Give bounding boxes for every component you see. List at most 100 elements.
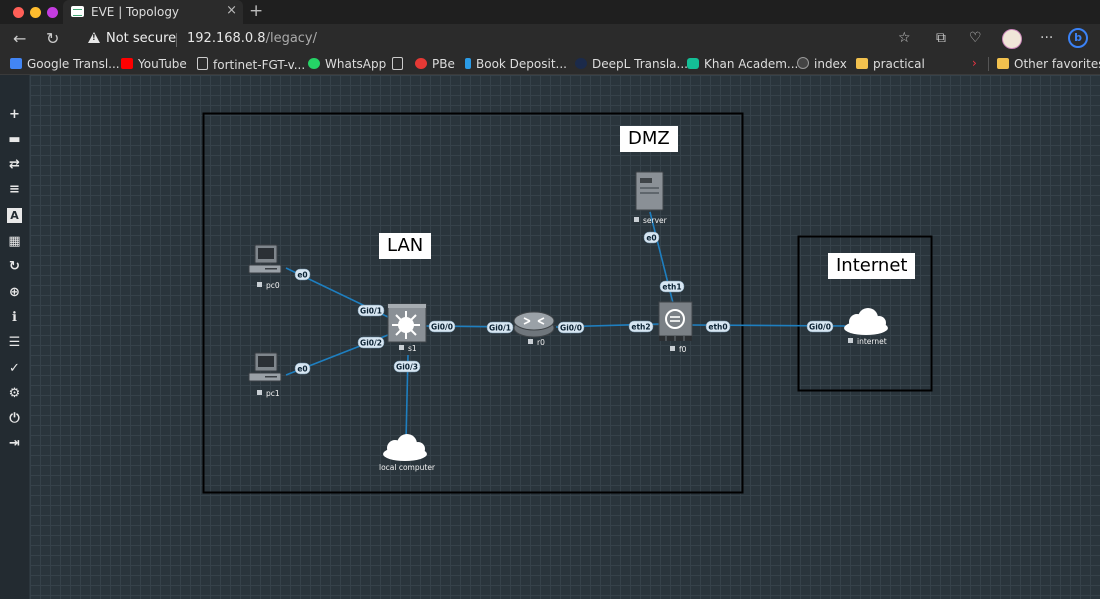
refresh-icon[interactable]: ↻ — [7, 259, 22, 274]
info-icon[interactable]: ℹ — [7, 310, 22, 325]
node-internet[interactable]: internet — [844, 308, 888, 346]
zoom-icon[interactable]: ⊕ — [7, 285, 22, 300]
minimize-window-button[interactable] — [30, 7, 41, 18]
khan-academy-icon — [687, 58, 699, 69]
iface-label[interactable]: eth2 — [628, 320, 654, 333]
grid-icon[interactable]: ▦ — [7, 234, 22, 249]
favorite-star-icon[interactable]: ☆ — [898, 30, 911, 46]
dmz-zone-label[interactable]: DMZ — [620, 126, 678, 152]
iface-label[interactable]: eth0 — [705, 320, 731, 333]
add-icon[interactable]: + — [7, 107, 22, 122]
bookmark-practical[interactable]: practical — [856, 57, 925, 71]
bookmark-index[interactable]: index — [797, 57, 847, 71]
status-square-icon — [670, 346, 675, 351]
extensions-icon[interactable]: ♡ — [969, 30, 982, 46]
cloud-icon — [844, 308, 888, 335]
node-s1[interactable]: s1 — [387, 303, 427, 353]
new-tab-button[interactable]: + — [249, 1, 263, 21]
maximize-window-button[interactable] — [47, 7, 58, 18]
server-icon — [635, 171, 664, 211]
nodes-icon[interactable]: ▬ — [7, 132, 22, 147]
cloud-icon — [383, 434, 427, 461]
settings-icon[interactable]: ⚙ — [7, 386, 22, 401]
router-icon — [513, 311, 555, 338]
bookmark-fortinet[interactable]: fortinet-FGT-v... — [197, 57, 305, 72]
collections-icon[interactable]: ⧉ — [936, 30, 946, 46]
bookmark-khan-academy[interactable]: Khan Academ... — [687, 57, 798, 71]
svg-text:e0: e0 — [646, 234, 656, 243]
eve-favicon-icon — [71, 6, 84, 17]
networks-icon[interactable]: ⇄ — [7, 157, 22, 172]
globe-icon — [797, 57, 809, 69]
node-r0[interactable]: r0 — [513, 311, 555, 347]
tab-close-icon[interactable]: × — [226, 3, 237, 18]
status-square-icon — [257, 282, 262, 287]
iface-label[interactable]: Gi0/2 — [357, 336, 385, 349]
node-server[interactable]: server — [634, 171, 668, 225]
bookmark-youtube[interactable]: YouTube — [121, 57, 187, 71]
back-arrow-icon[interactable]: ← — [13, 29, 26, 48]
bookmark-book-depository[interactable]: Book Deposit... — [465, 57, 567, 71]
node-label: r0 — [537, 338, 545, 347]
bookmark-separator — [988, 57, 989, 71]
iface-label[interactable]: e0 — [294, 268, 311, 281]
node-local-computer[interactable]: local computer — [379, 434, 436, 472]
list-icon[interactable]: ☰ — [7, 335, 22, 350]
check-icon[interactable]: ✓ — [7, 361, 22, 376]
profile-avatar[interactable] — [1002, 29, 1022, 49]
bookmark-google-translate[interactable]: Google Transl... — [10, 57, 120, 71]
iface-label[interactable]: Gi0/0 — [428, 320, 456, 333]
bookmark-page[interactable] — [392, 57, 408, 72]
close-window-button[interactable] — [13, 7, 24, 18]
iface-label[interactable]: Gi0/1 — [357, 304, 385, 317]
iface-label[interactable]: Gi0/3 — [393, 360, 421, 373]
lan-zone-label[interactable]: LAN — [379, 233, 432, 259]
warning-icon[interactable] — [88, 32, 100, 43]
address-separator — [176, 33, 177, 47]
iface-label[interactable]: e0 — [643, 231, 660, 244]
status-square-icon — [528, 339, 533, 344]
node-f0[interactable]: f0 — [658, 301, 693, 354]
node-label: pc0 — [266, 281, 280, 290]
bookmark-whatsapp[interactable]: WhatsApp — [308, 57, 386, 71]
bookmark-other-favorites[interactable]: Other favorites — [997, 57, 1100, 71]
url-host: 192.168.0.8 — [187, 31, 266, 46]
desktop-computer-icon — [248, 352, 282, 382]
status-square-icon — [848, 338, 853, 343]
url-field[interactable]: 192.168.0.8/legacy/ — [187, 31, 317, 46]
iface-label[interactable]: Gi0/0 — [557, 321, 585, 334]
svg-text:eth0: eth0 — [708, 323, 727, 332]
iface-label[interactable]: Gi0/0 — [806, 320, 834, 333]
browser-tab[interactable]: EVE | Topology × — [63, 0, 243, 24]
folder-icon — [997, 58, 1009, 69]
page-icon — [197, 57, 208, 70]
more-menu-icon[interactable]: ··· — [1040, 30, 1053, 46]
node-label: pc1 — [266, 389, 280, 398]
startup-configs-icon[interactable]: ≡ — [7, 182, 22, 197]
bookmarks-bar: Google Transl... YouTube fortinet-FGT-v.… — [0, 54, 1100, 75]
power-icon[interactable]: ⏻ — [7, 411, 22, 426]
node-pc1[interactable]: pc1 — [248, 352, 282, 398]
svg-text:Gi0/1: Gi0/1 — [489, 324, 511, 333]
logout-icon[interactable]: ⇥ — [7, 436, 22, 451]
iface-label[interactable]: Gi0/1 — [486, 321, 514, 334]
bing-icon[interactable]: b — [1068, 28, 1088, 48]
bookmark-deepl[interactable]: DeepL Transla... — [575, 57, 688, 71]
iface-label[interactable]: eth1 — [659, 280, 685, 293]
chevron-right-icon[interactable]: › — [972, 56, 977, 70]
desktop-computer-icon — [248, 244, 282, 274]
internet-zone-label[interactable]: Internet — [828, 253, 916, 279]
iface-label[interactable]: e0 — [294, 362, 311, 375]
svg-text:Gi0/1: Gi0/1 — [360, 307, 382, 316]
node-label: s1 — [408, 344, 417, 353]
security-indicator[interactable]: Not secure — [106, 31, 176, 46]
google-translate-icon — [10, 58, 22, 69]
firewall-icon — [658, 301, 693, 341]
reload-icon[interactable]: ↻ — [46, 29, 59, 48]
node-pc0[interactable]: pc0 — [248, 244, 282, 290]
multilayer-switch-icon — [387, 303, 427, 343]
bookmark-pbe[interactable]: PBe — [415, 57, 455, 71]
text-icon[interactable]: A — [7, 208, 22, 223]
svg-text:eth2: eth2 — [631, 323, 650, 332]
topology-canvas[interactable]: e0 Gi0/1 Gi0/2 e0 Gi0/0 Gi0/3 Gi0/1 Gi0/… — [30, 75, 1100, 599]
